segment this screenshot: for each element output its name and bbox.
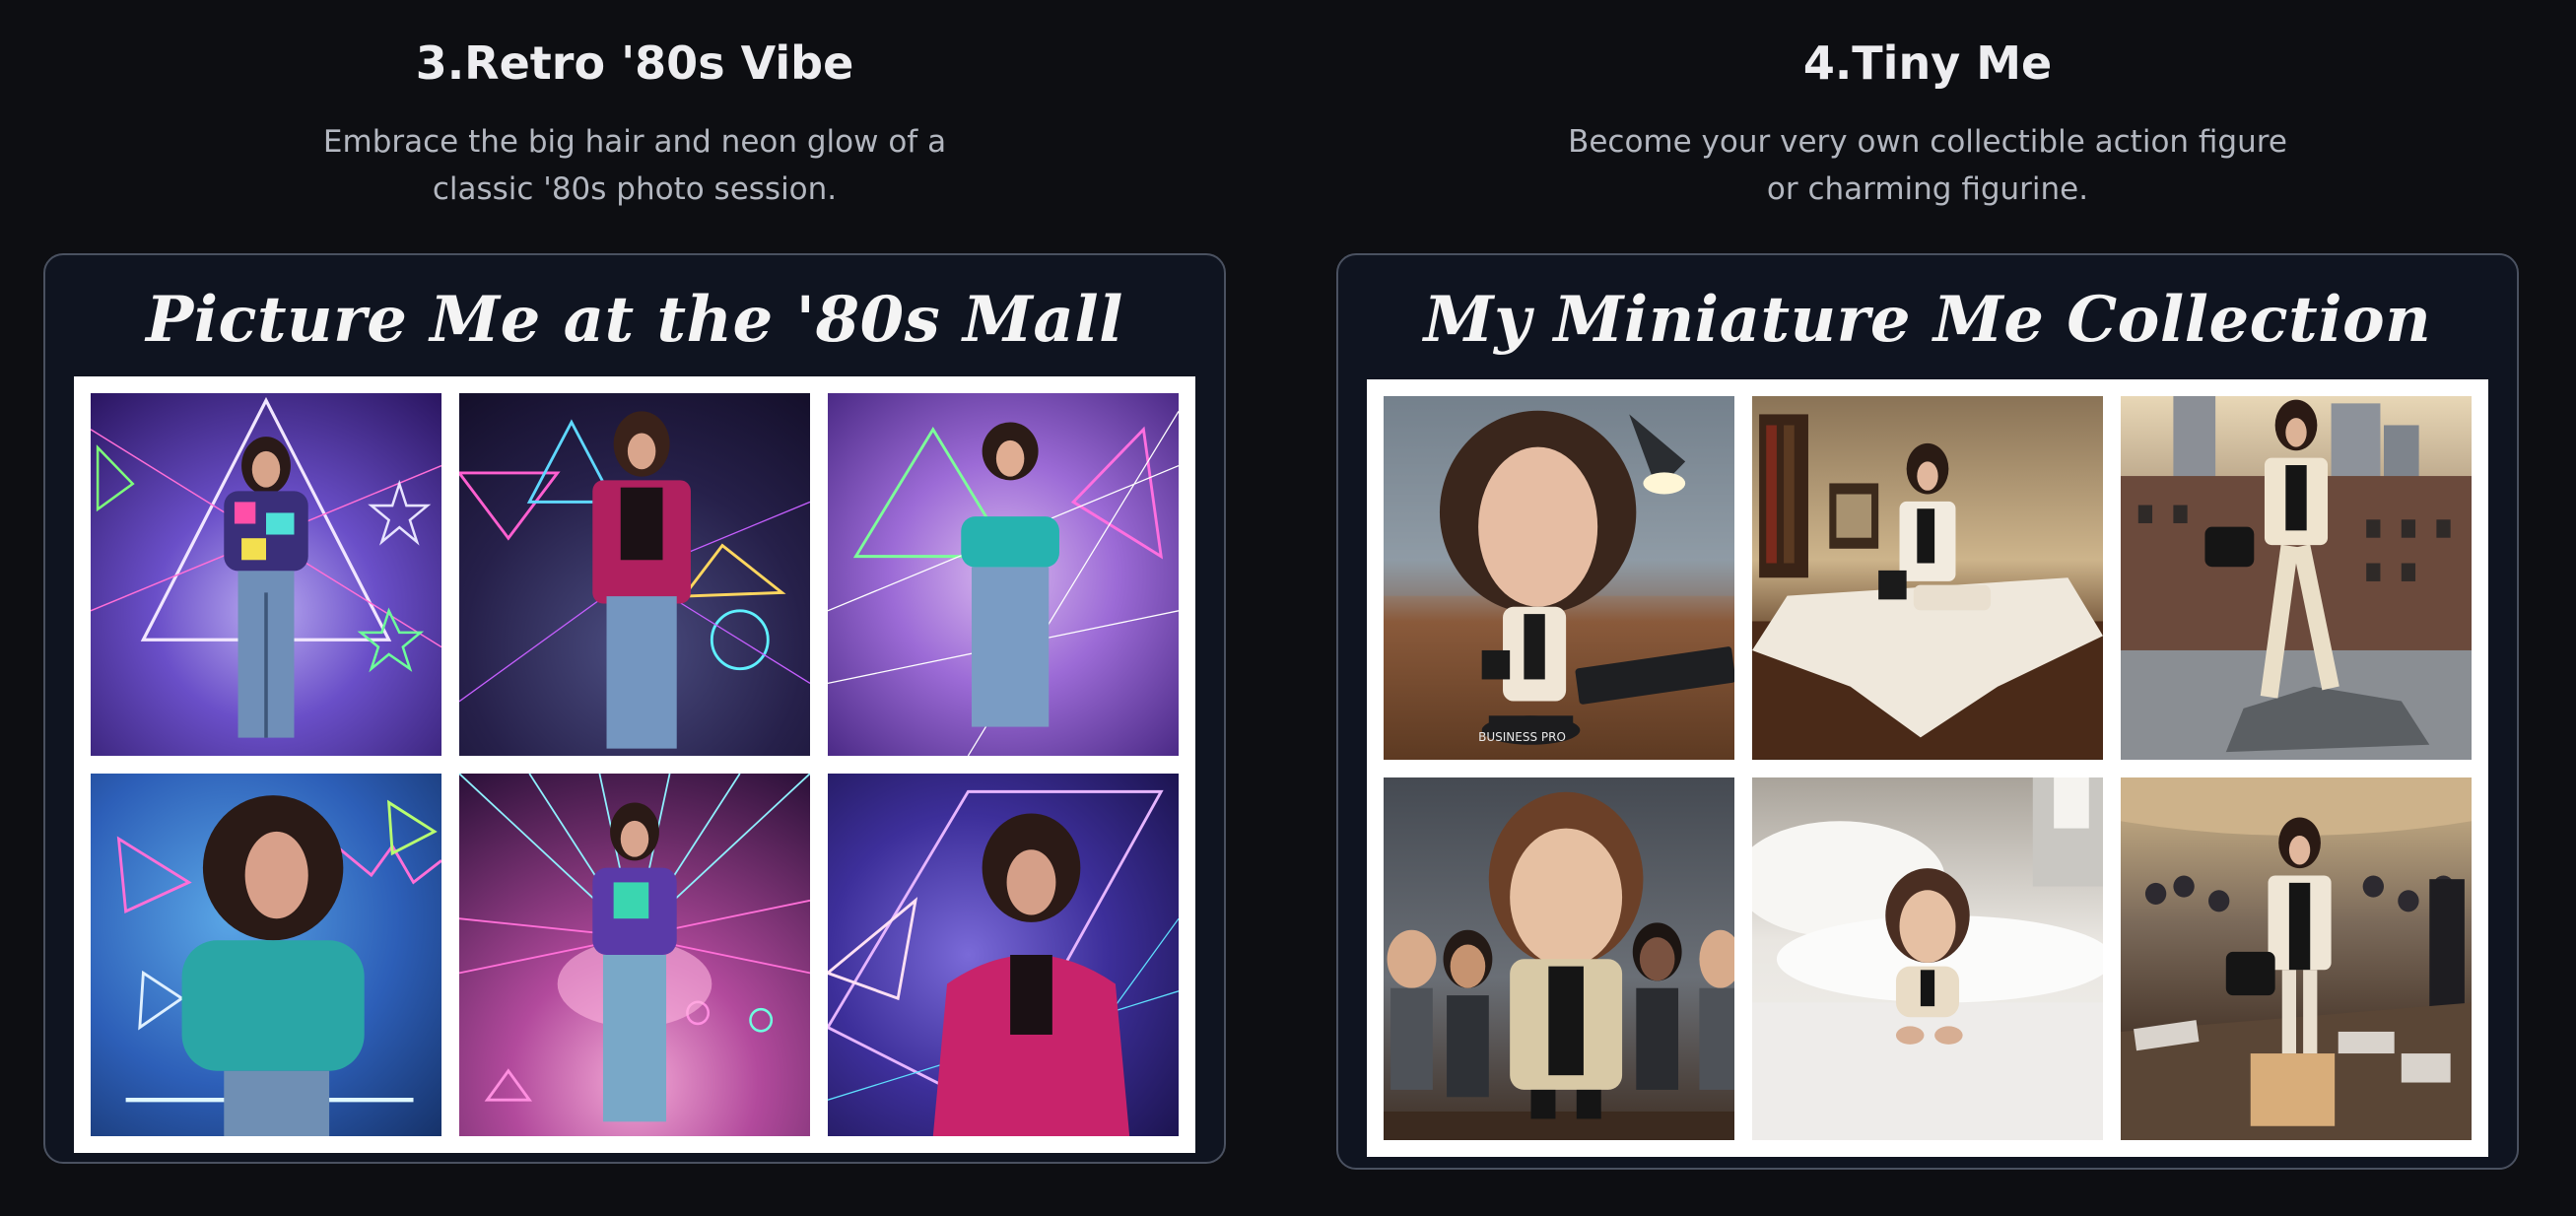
example-card: Picture Me at the '80s Mall: [43, 253, 1226, 1164]
figurine-photo-2: [1752, 396, 2103, 760]
feature-title: 4.Tiny Me: [1802, 36, 2053, 90]
retro-photo-2: [459, 393, 810, 756]
figurine-base-label: BUSINESS PRO: [1478, 730, 1566, 745]
feature-description: Become your very own collectible action …: [1568, 124, 2287, 207]
photo-grid: [74, 376, 1195, 1153]
card-title: My Miniature Me Collection: [1423, 283, 2432, 357]
feature-title: 3.Retro '80s Vibe: [415, 36, 854, 90]
retro-photo-1: [91, 393, 441, 756]
figurine-photo-4: [1384, 777, 1734, 1140]
figurine-photo-6: [2121, 777, 2472, 1140]
retro-photo-6: [828, 774, 1179, 1136]
feature-description: Embrace the big hair and neon glow of a …: [322, 124, 947, 207]
figurine-photo-5: [1752, 777, 2103, 1140]
card-title: Picture Me at the '80s Mall: [146, 283, 1123, 357]
feature-tiny-me: 4.Tiny Me Become your very own collectib…: [1336, 0, 2519, 1170]
feature-retro-80s: 3.Retro '80s Vibe Embrace the big hair a…: [43, 0, 1226, 1164]
photo-grid: BUSINESS PRO: [1367, 379, 2488, 1157]
retro-photo-4: [91, 774, 441, 1136]
figurine-photo-1: BUSINESS PRO: [1384, 396, 1734, 760]
example-card: My Miniature Me Collection BUSINESS PRO: [1336, 253, 2519, 1170]
figurine-photo-3: [2121, 396, 2472, 760]
retro-photo-5: [459, 774, 810, 1136]
retro-photo-3: [828, 393, 1179, 756]
